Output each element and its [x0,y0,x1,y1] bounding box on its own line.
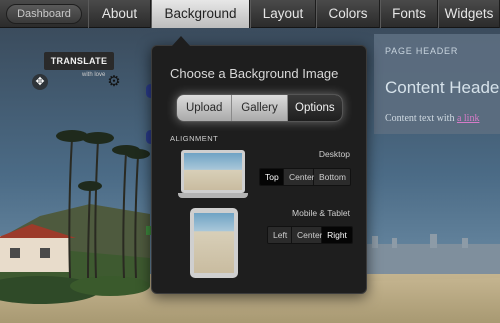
page-header-label: PAGE HEADER [385,46,459,56]
desktop-align-top[interactable]: Top [260,169,284,185]
popover-arrow [172,36,190,46]
content-text-body: Content text with [385,113,457,124]
move-icon[interactable]: ✥ [32,74,48,90]
content-text: Content text with a link [385,113,479,124]
tab-about[interactable]: About [88,0,151,28]
desktop-align-bottom[interactable]: Bottom [314,169,350,185]
content-header-title: Content Header [385,78,500,97]
dashboard-button[interactable]: Dashboard [6,4,82,24]
popover-title: Choose a Background Image [170,66,339,81]
tab-fonts[interactable]: Fonts [380,0,438,28]
tab-background[interactable]: Background [151,0,250,28]
desktop-label: Desktop [318,149,350,159]
mobile-alignment-group: Left Center Right [267,226,353,244]
widget-small-text: with love [82,72,106,78]
laptop-preview-icon [178,150,248,198]
tab-colors[interactable]: Colors [316,0,380,28]
alignment-label: ALIGNMENT [170,134,219,143]
gallery-button[interactable]: Gallery [232,95,288,121]
desktop-alignment-group: Top Center Bottom [259,168,351,186]
mobile-align-center[interactable]: Center [292,227,323,243]
page-header-panel[interactable]: PAGE HEADER Content Header Content text … [374,34,500,134]
gear-icon[interactable]: ⚙ [106,74,122,90]
top-nav: Dashboard About Background Layout Colors… [0,0,500,28]
tab-layout[interactable]: Layout [250,0,316,28]
mobile-align-left[interactable]: Left [268,227,292,243]
mobile-tablet-label: Mobile & Tablet [292,208,350,218]
tablet-preview-icon [190,208,238,278]
translate-widget-label: TRANSLATE [44,52,114,70]
options-button[interactable]: Options [287,95,342,121]
desktop-align-center[interactable]: Center [284,169,315,185]
background-popover: Choose a Background Image Upload Gallery… [151,45,367,294]
source-segmented-control: Upload Gallery Options [176,94,343,122]
content-link[interactable]: a link [457,113,480,124]
upload-button[interactable]: Upload [177,95,233,121]
mobile-align-right[interactable]: Right [322,227,352,243]
tab-widgets[interactable]: Widgets [438,0,500,28]
